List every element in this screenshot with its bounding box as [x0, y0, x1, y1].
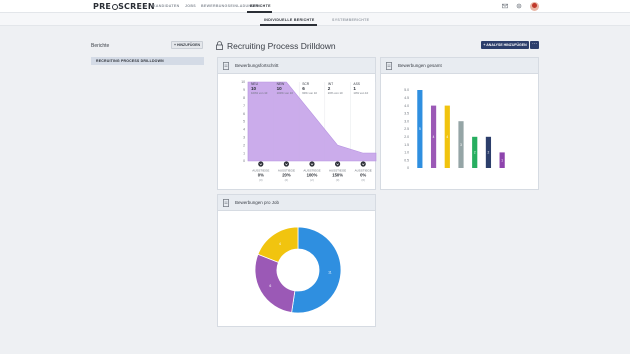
y-tick-label: 4.5 — [404, 96, 409, 100]
card-header: Bewerbungen gesamt — [381, 58, 538, 74]
y-tick-label: 3.0 — [404, 119, 409, 123]
report-icon — [386, 62, 392, 70]
stage-percent: 100% von 10 — [251, 91, 268, 95]
nav-item-kandidaten[interactable]: KANDIDATEN — [153, 4, 180, 8]
dropout-icon — [283, 161, 289, 167]
y-tick-label: 5 — [243, 120, 245, 124]
slice-value-label: 11 — [328, 271, 332, 275]
dropout-count: (3) — [336, 178, 340, 182]
stage-percent: 10% von 10 — [353, 91, 368, 95]
nav-item-berichte[interactable]: BERICHTE — [250, 4, 271, 8]
slice-value-label: 6 — [269, 284, 271, 288]
y-tick-label: 2.0 — [404, 135, 409, 139]
more-options-button[interactable]: ··· — [530, 41, 539, 49]
dropout-icon — [258, 161, 264, 167]
logo[interactable]: PRE SCREEN — [93, 2, 155, 11]
y-tick-label: 4.0 — [404, 104, 409, 108]
y-tick-label: 9 — [243, 88, 245, 92]
card-title: Bewerbungsfortschritt — [235, 63, 279, 68]
report-icon — [223, 199, 229, 207]
y-tick-label: 6 — [243, 112, 245, 116]
y-tick-label: 0 — [243, 159, 245, 163]
sidebar-item-report[interactable]: RECRUITING PROCESS DRILLDOWN 1 — [91, 57, 204, 65]
donut-chart: 11 6 4 — [254, 226, 342, 314]
y-tick-label: 0 — [407, 166, 409, 170]
dropout-count: (2) — [285, 178, 289, 182]
add-report-button[interactable]: + HINZUFÜGEN — [171, 41, 203, 49]
dropout-percent: 0% — [360, 173, 366, 178]
report-item-label: RECRUITING PROCESS DRILLDOWN — [96, 59, 164, 63]
card-bewerbungen-pro-job: Bewerbungen pro Job 11 6 4 — [217, 194, 376, 327]
bar-chart: 5.0 4.5 4.0 3.5 3.0 2.5 2.0 1.5 1.0 0.5 0 5 4 4 3 2 2 1 — [404, 88, 505, 170]
dropout-count: (0) — [361, 178, 365, 182]
nav-item-jobs[interactable]: JOBS — [185, 4, 196, 8]
mail-icon[interactable] — [502, 3, 508, 9]
report-item-count: 1 — [162, 59, 165, 63]
y-tick-label: 1.5 — [404, 143, 409, 147]
donut-slice — [257, 226, 299, 263]
funnel-chart: 109876543210NEU10100% von 10AUSSTIEGE0%(… — [241, 80, 377, 182]
dropout-icon — [335, 161, 341, 167]
dropout-count: (2) — [310, 178, 314, 182]
bar-value-label: 2 — [474, 151, 476, 155]
bar-value-label: 4 — [433, 135, 435, 139]
card-title: Bewerbungen gesamt — [398, 63, 442, 68]
y-tick-label: 3.5 — [404, 112, 409, 116]
sidebar-title: Berichte — [91, 43, 110, 49]
card-bewerbungsfortschritt: Bewerbungsfortschritt 10 9 8 7 6 5 4 3 2 1 0 NEU 10 1… — [217, 57, 377, 190]
y-tick-label: 2.5 — [404, 127, 409, 131]
top-navbar: PRE SCREEN KANDIDATEN JOBS BEWERBUNGSEINL… — [0, 0, 630, 13]
y-tick-label: 0.5 — [404, 158, 409, 162]
y-tick-label: 1.0 — [404, 151, 409, 155]
user-avatar[interactable] — [530, 2, 539, 11]
bar-value-label: 1 — [501, 158, 503, 162]
dropout-percent: 100% — [307, 173, 318, 178]
donut-slice — [291, 226, 342, 314]
subtab-active-indicator — [260, 24, 317, 26]
page-title: Recruiting Process Drilldown — [227, 41, 336, 51]
stage-percent: 100% von 10 — [277, 91, 294, 95]
y-tick-label: 5.0 — [404, 88, 409, 92]
dropout-icon — [309, 161, 315, 167]
card-title: Bewerbungen pro Job — [235, 200, 280, 205]
bar-value-label: 3 — [460, 143, 462, 147]
tab-systemberichte[interactable]: SYSTEMBERICHTE — [332, 18, 369, 22]
card-header: Bewerbungen pro Job — [218, 195, 375, 211]
add-analysis-button[interactable]: + ANALYSE HINZUFÜGEN — [481, 41, 529, 49]
card-bewerbungen-gesamt: Bewerbungen gesamt 5.0 4.5 4.0 3.5 3.0 2.5 2.0… — [380, 57, 539, 190]
bar-value-label: 2 — [488, 151, 490, 155]
dropout-count: (0) — [259, 178, 263, 182]
dropout-percent: 20% — [282, 173, 291, 178]
y-tick-label: 3 — [243, 136, 245, 140]
donut-slice — [254, 253, 296, 313]
bar-value-label: 4 — [446, 135, 448, 139]
tab-individuelle-berichte[interactable]: INDIVIDUELLE BERICHTE — [264, 18, 315, 22]
stage-percent: 60% von 10 — [302, 91, 317, 95]
y-tick-label: 7 — [243, 104, 245, 108]
card-header: Bewerbungsfortschritt — [218, 58, 375, 74]
y-tick-label: 1 — [243, 151, 245, 155]
stage-percent: 20% von 10 — [328, 91, 343, 95]
y-tick-label: 10 — [241, 80, 245, 84]
dropout-percent: 0% — [258, 173, 264, 178]
y-tick-label: 4 — [243, 128, 245, 132]
bar-value-label: 5 — [419, 127, 421, 131]
y-tick-label: 8 — [243, 96, 245, 100]
dropout-percent: 150% — [332, 173, 343, 178]
dropout-icon — [360, 161, 366, 167]
y-tick-label: 2 — [243, 143, 245, 147]
lock-icon — [216, 41, 223, 50]
slice-value-label: 4 — [279, 242, 281, 246]
gear-icon[interactable] — [516, 3, 522, 9]
report-icon — [223, 62, 229, 70]
